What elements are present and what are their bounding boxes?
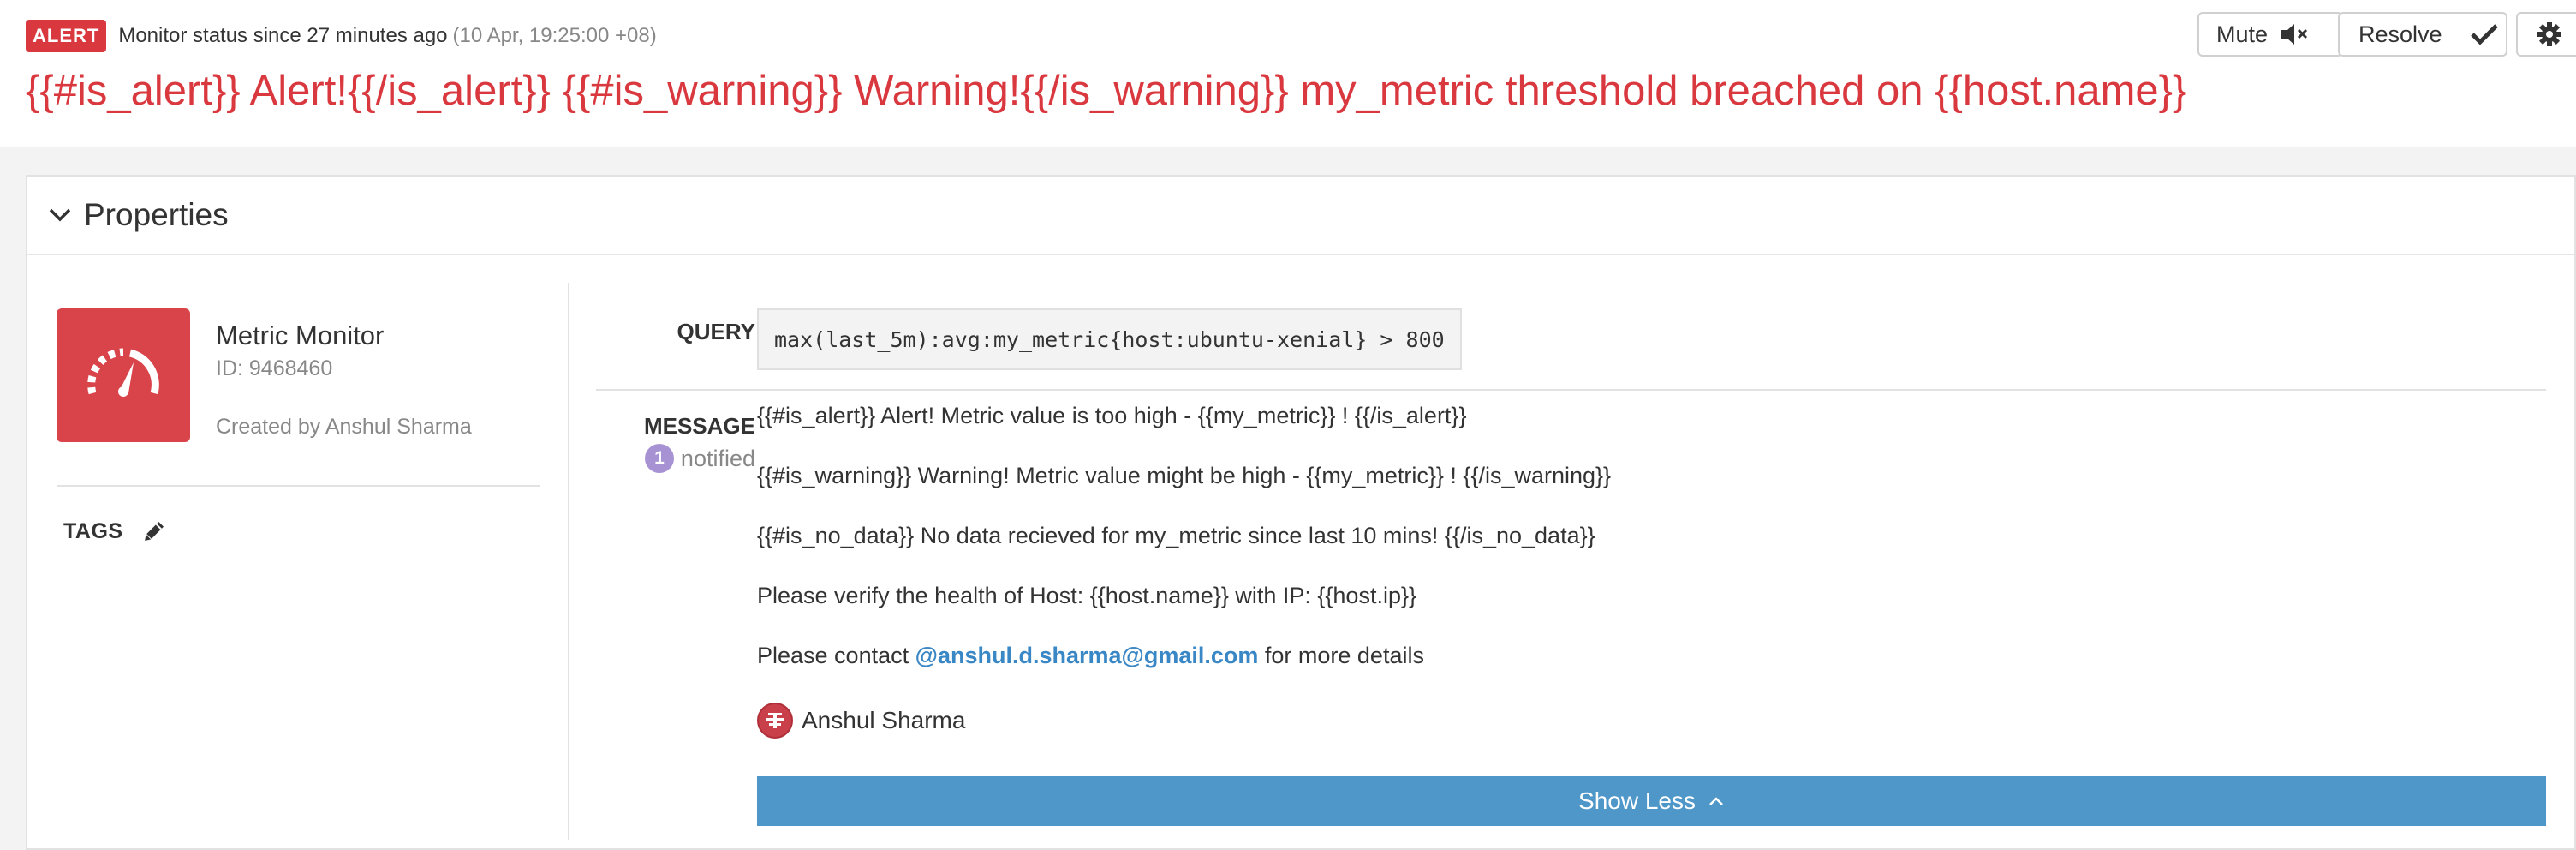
contact-email-link[interactable]: @anshul.d.sharma@gmail.com xyxy=(915,643,1259,668)
notified-label: notified xyxy=(680,445,755,471)
message-line: {{#is_alert}} Alert! Metric value is too… xyxy=(757,403,1467,428)
monitor-header: ALERT Monitor status since 27 minutes ag… xyxy=(0,0,2576,149)
query-label: QUERY xyxy=(677,319,756,344)
settings-button[interactable] xyxy=(2516,12,2576,57)
resolve-button-label: Resolve xyxy=(2358,21,2442,47)
speedometer-icon xyxy=(57,308,190,442)
query-code: max(last_5m):avg:my_metric{host:ubuntu-x… xyxy=(757,308,1462,370)
monitor-creator: Created by Anshul Sharma xyxy=(216,415,472,439)
tags-label: TAGS xyxy=(63,519,123,543)
avatar xyxy=(757,703,793,739)
alert-status-badge: ALERT xyxy=(26,20,107,52)
contact-suffix: for more details xyxy=(1258,643,1424,668)
mute-button[interactable]: Mute xyxy=(2197,12,2343,57)
properties-title: Properties xyxy=(84,197,229,232)
properties-header[interactable]: Properties xyxy=(27,177,2574,255)
message-contact-line: Please contact @anshul.d.sharma@gmail.co… xyxy=(757,643,1424,669)
monitor-type: Metric Monitor xyxy=(216,320,385,350)
divider xyxy=(596,389,2546,391)
monitor-title: {{#is_alert}} Alert!{{/is_alert}} {{#is_… xyxy=(26,68,2187,114)
notified-count-badge: 1 xyxy=(644,444,674,473)
message-author: Anshul Sharma xyxy=(757,703,965,739)
checkmark-icon xyxy=(2470,22,2499,46)
mute-button-label: Mute xyxy=(2216,21,2269,47)
divider xyxy=(57,485,540,487)
message-line: {{#is_warning}} Warning! Metric value mi… xyxy=(757,463,1612,488)
chevron-up-icon xyxy=(1708,795,1725,807)
gear-icon xyxy=(2537,21,2562,47)
status-timestamp: (10 Apr, 19:25:00 +08) xyxy=(452,24,657,47)
show-less-button[interactable]: Show Less xyxy=(757,776,2546,826)
column-divider xyxy=(568,283,569,840)
message-label: MESSAGE xyxy=(643,413,755,439)
speaker-muted-icon xyxy=(2280,21,2309,47)
notified-indicator[interactable]: 1 notified xyxy=(610,444,755,473)
properties-panel: Properties Metric Monitor ID: 9468460 Cr… xyxy=(26,175,2576,850)
contact-prefix: Please contact xyxy=(757,643,915,668)
author-name: Anshul Sharma xyxy=(802,707,966,733)
show-less-label: Show Less xyxy=(1578,787,1696,814)
message-line: Please verify the health of Host: {{host… xyxy=(757,583,1417,608)
chevron-down-icon[interactable] xyxy=(48,207,72,224)
pencil-icon[interactable] xyxy=(139,518,168,547)
message-line: {{#is_no_data}} No data recieved for my_… xyxy=(757,523,1595,548)
resolve-button[interactable]: Resolve xyxy=(2338,12,2507,57)
monitor-id: ID: 9468460 xyxy=(216,356,333,380)
status-duration-text: Monitor status since 27 minutes ago xyxy=(118,24,448,47)
status-line: ALERT Monitor status since 27 minutes ag… xyxy=(26,19,657,53)
